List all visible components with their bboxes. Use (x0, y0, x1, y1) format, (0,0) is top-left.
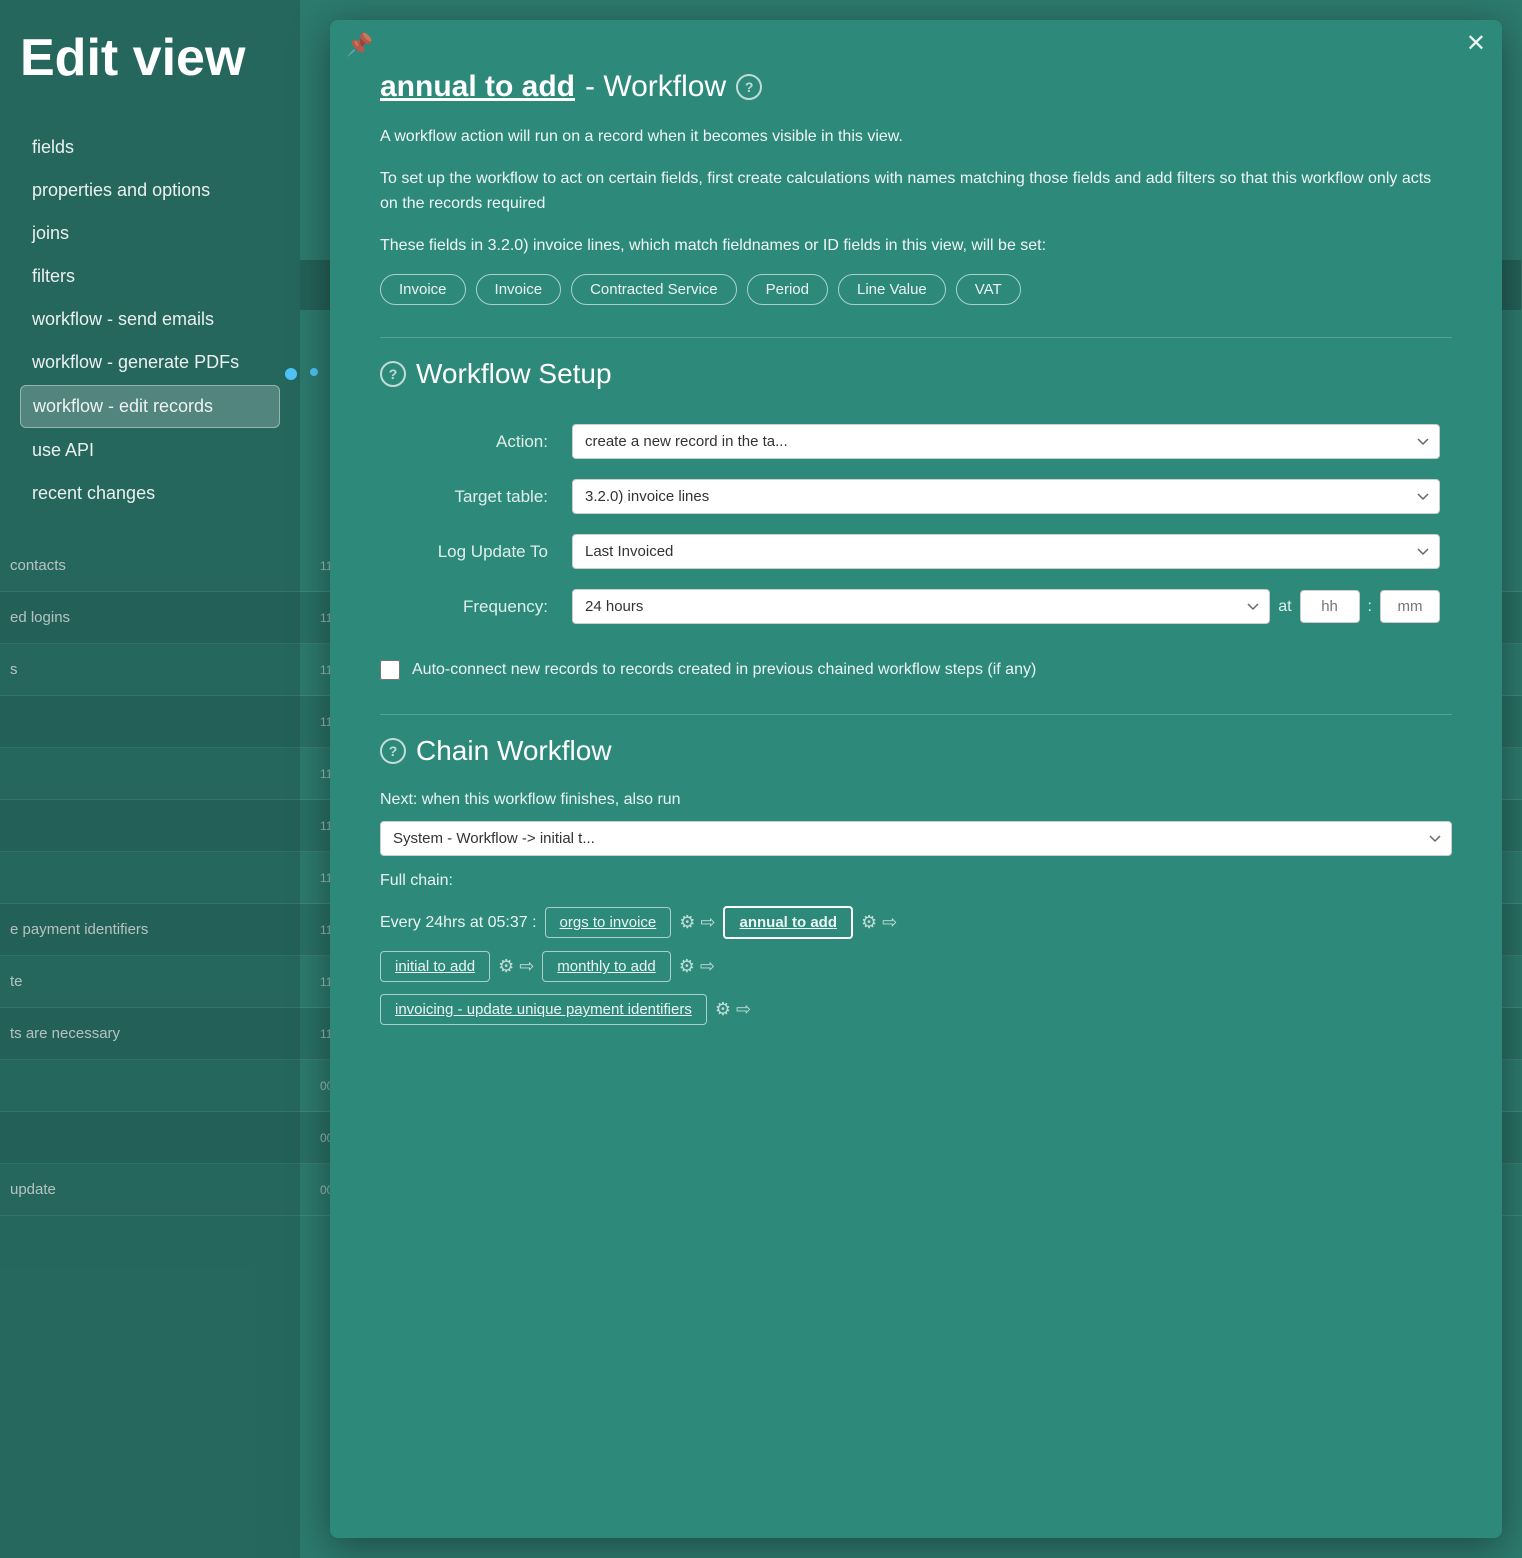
chain-workflow-help-icon[interactable]: ? (380, 738, 406, 764)
target-table-label: Target table: (380, 469, 560, 524)
autoconnect-row: Auto-connect new records to records crea… (380, 658, 1452, 682)
chain-link-initial-to-add[interactable]: initial to add (380, 951, 490, 982)
time-colon: : (1368, 598, 1372, 616)
chain-link-orgs-to-invoice[interactable]: orgs to invoice (545, 907, 672, 938)
action-label: Action: (380, 414, 560, 469)
chain-next-select[interactable]: System - Workflow -> initial t... (380, 821, 1452, 856)
chain-workflow-header: ? Chain Workflow (380, 735, 1452, 767)
chain-next-row: Next: when this workflow finishes, also … (380, 791, 1452, 856)
frequency-select[interactable]: 24 hours (572, 589, 1270, 624)
modal-description-2: To set up the workflow to act on certain… (380, 166, 1452, 217)
sidebar-nav: fields properties and options joins filt… (20, 127, 280, 514)
pill-line-value: Line Value (838, 274, 946, 305)
chain-gear-5[interactable]: ⚙ ⇨ (715, 999, 751, 1020)
time-hh-input[interactable] (1300, 590, 1360, 623)
modal-title: annual to add - Workflow ? (380, 70, 1452, 104)
workflow-setup-help-icon[interactable]: ? (380, 361, 406, 387)
workflow-setup-header: ? Workflow Setup (380, 358, 1452, 390)
sidebar: Edit view fields properties and options … (0, 0, 300, 1558)
modal-description-1: A workflow action will run on a record w… (380, 124, 1452, 150)
frequency-inputs: 24 hours at : (572, 589, 1440, 624)
sidebar-item-recent-changes[interactable]: recent changes (20, 473, 280, 514)
workflow-setup-title: Workflow Setup (416, 358, 612, 390)
target-table-control: 3.2.0) invoice lines (560, 469, 1452, 524)
sidebar-item-workflow-send-emails[interactable]: workflow - send emails (20, 299, 280, 340)
chain-time: Every 24hrs at 05:37 : (380, 914, 537, 932)
chain-row-3: invoicing - update unique payment identi… (380, 994, 1452, 1025)
active-dot-2 (310, 368, 318, 376)
sidebar-item-workflow-generate-pdfs[interactable]: workflow - generate PDFs (20, 342, 280, 383)
modal-title-link[interactable]: annual to add (380, 70, 575, 104)
log-update-label: Log Update To (380, 524, 560, 579)
pill-invoice-2: Invoice (476, 274, 562, 305)
modal-content: annual to add - Workflow ? A workflow ac… (330, 20, 1502, 1077)
chain-gear-4[interactable]: ⚙ ⇨ (679, 956, 715, 977)
pill-vat: VAT (956, 274, 1021, 305)
chain-workflow-title: Chain Workflow (416, 735, 612, 767)
close-button[interactable]: ✕ (1466, 32, 1486, 56)
modal-panel: 📌 ✕ annual to add - Workflow ? A workflo… (330, 20, 1502, 1538)
modal-title-help-icon[interactable]: ? (736, 74, 762, 100)
action-select[interactable]: create a new record in the ta... (572, 424, 1440, 459)
pill-invoice-1: Invoice (380, 274, 466, 305)
section-divider-1 (380, 337, 1452, 338)
chain-gear-3[interactable]: ⚙ ⇨ (498, 956, 534, 977)
pill-period: Period (747, 274, 828, 305)
action-control: create a new record in the ta... (560, 414, 1452, 469)
pills-row: Invoice Invoice Contracted Service Perio… (380, 274, 1452, 305)
target-table-select[interactable]: 3.2.0) invoice lines (572, 479, 1440, 514)
sidebar-item-joins[interactable]: joins (20, 213, 280, 254)
log-update-control: Last Invoiced (560, 524, 1452, 579)
chain-link-invoicing-update[interactable]: invoicing - update unique payment identi… (380, 994, 707, 1025)
chain-row-2: initial to add ⚙ ⇨ monthly to add ⚙ ⇨ (380, 951, 1452, 982)
chain-gear-2[interactable]: ⚙ ⇨ (861, 912, 897, 933)
chain-link-annual-to-add[interactable]: annual to add (723, 906, 853, 939)
chain-link-monthly-to-add[interactable]: monthly to add (542, 951, 670, 982)
sidebar-item-workflow-edit-records[interactable]: workflow - edit records (20, 385, 280, 428)
pin-icon: 📌 (346, 32, 373, 58)
time-mm-input[interactable] (1380, 590, 1440, 623)
active-dot (285, 368, 297, 380)
sidebar-title: Edit view (20, 30, 280, 87)
autoconnect-checkbox[interactable] (380, 660, 400, 680)
autoconnect-label: Auto-connect new records to records crea… (412, 658, 1036, 682)
sidebar-item-use-api[interactable]: use API (20, 430, 280, 471)
sidebar-item-filters[interactable]: filters (20, 256, 280, 297)
sidebar-item-properties[interactable]: properties and options (20, 170, 280, 211)
section-divider-2 (380, 714, 1452, 715)
frequency-control: 24 hours at : (560, 579, 1452, 634)
chain-full-label: Full chain: (380, 872, 1452, 890)
chain-gear-1[interactable]: ⚙ ⇨ (679, 912, 715, 933)
log-update-select[interactable]: Last Invoiced (572, 534, 1440, 569)
at-label: at (1278, 598, 1291, 616)
modal-description-3: These fields in 3.2.0) invoice lines, wh… (380, 233, 1452, 259)
pill-contracted-service: Contracted Service (571, 274, 737, 305)
sidebar-item-fields[interactable]: fields (20, 127, 280, 168)
chain-next-label: Next: when this workflow finishes, also … (380, 791, 681, 809)
modal-title-suffix: - Workflow (585, 70, 726, 104)
chain-row-1: Every 24hrs at 05:37 : orgs to invoice ⚙… (380, 906, 1452, 939)
frequency-label: Frequency: (380, 579, 560, 634)
workflow-setup-form: Action: create a new record in the ta...… (380, 414, 1452, 634)
